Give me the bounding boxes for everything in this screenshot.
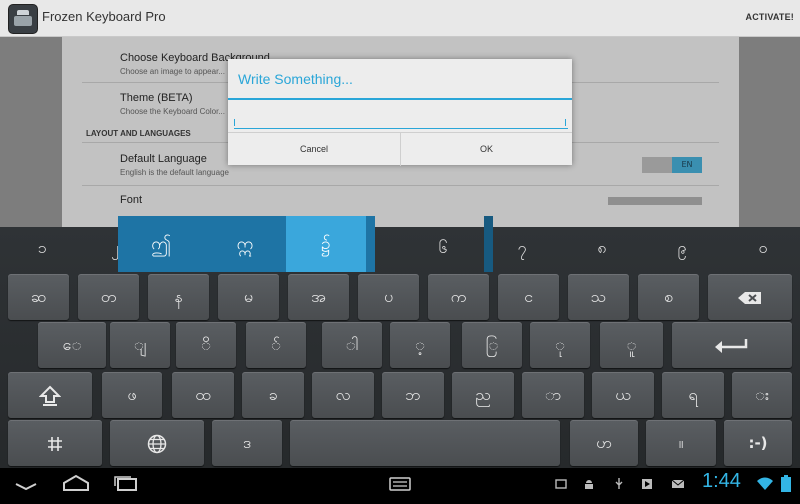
key-letter[interactable]: ရ	[662, 372, 724, 418]
back-button[interactable]	[6, 468, 46, 500]
key-letter[interactable]: စ	[638, 274, 699, 320]
key-letter[interactable]: ါ	[322, 322, 382, 368]
font-preview-bar	[608, 197, 702, 205]
key-letter[interactable]: ု	[530, 322, 590, 368]
key-letter[interactable]: င	[498, 274, 559, 320]
smiley-label: :-)	[748, 434, 768, 452]
action-bar: Frozen Keyboard Pro ACTIVATE!	[0, 0, 800, 37]
suggestion-item-selected[interactable]: ၌	[286, 216, 366, 272]
mail-icon	[672, 479, 684, 488]
key-letter[interactable]: ထ	[172, 372, 234, 418]
key-letter[interactable]: ည	[452, 372, 514, 418]
shift-icon	[38, 385, 62, 406]
key-letter[interactable]: ဘ	[382, 372, 444, 418]
language-key[interactable]	[110, 420, 204, 466]
cancel-button[interactable]: Cancel	[228, 133, 401, 166]
key-letter[interactable]: က	[428, 274, 489, 320]
key-number[interactable]: ၀	[733, 227, 793, 269]
key-letter[interactable]: ူ	[600, 322, 663, 368]
input-edge	[234, 119, 235, 126]
pref-language-title[interactable]: Default Language	[120, 153, 207, 165]
suggestion-edge	[484, 216, 493, 272]
key-letter[interactable]: န	[148, 274, 209, 320]
key-letter[interactable]: သ	[568, 274, 629, 320]
home-button[interactable]	[56, 468, 96, 500]
key-letter[interactable]: ပ	[358, 274, 419, 320]
key-letter[interactable]: ခ	[242, 372, 304, 418]
system-navigation-bar: 1:44	[0, 468, 800, 500]
back-chevron-icon	[15, 483, 37, 491]
app-title: Frozen Keyboard Pro	[42, 9, 166, 24]
key-number[interactable]: ၉	[652, 227, 712, 269]
divider	[82, 185, 719, 186]
enter-icon	[715, 338, 748, 353]
wifi-icon	[757, 477, 773, 490]
key-number[interactable]: ၁	[12, 227, 72, 269]
key-letter[interactable]: ့	[390, 322, 450, 368]
key-punctuation[interactable]: ။	[646, 420, 716, 466]
screenshot-icon	[555, 479, 567, 489]
status-clock: 1:44	[702, 470, 741, 492]
smiley-key[interactable]: :-)	[724, 420, 792, 466]
key-letter[interactable]: တ	[78, 274, 139, 320]
ok-button[interactable]: OK	[401, 133, 572, 166]
home-icon	[63, 474, 89, 491]
language-toggle-value: EN	[672, 157, 702, 173]
key-letter[interactable]: ဖ	[102, 372, 162, 418]
key-letter[interactable]: ယ	[592, 372, 654, 418]
globe-icon	[147, 434, 167, 453]
enter-key[interactable]	[672, 322, 792, 368]
key-letter[interactable]: ဒ	[212, 420, 282, 466]
key-letter[interactable]: ဟ	[570, 420, 638, 466]
key-letter[interactable]: ေ	[38, 322, 106, 368]
pref-font-title[interactable]: Font	[120, 194, 142, 206]
recents-button[interactable]	[106, 468, 146, 500]
backspace-icon	[738, 291, 761, 304]
category-layout-languages: LAYOUT AND LANGUAGES	[86, 129, 191, 138]
suggestion-item[interactable]: ဤ	[118, 216, 204, 272]
key-letter[interactable]: ဆ	[8, 274, 69, 320]
keyboard-icon	[389, 477, 411, 491]
space-key[interactable]	[290, 420, 560, 466]
key-number[interactable]: ၇	[492, 227, 552, 269]
key-letter[interactable]: ိ	[176, 322, 236, 368]
symbols-key[interactable]	[8, 420, 102, 466]
pref-theme-title[interactable]: Theme (BETA)	[120, 92, 193, 104]
suggestion-item[interactable]: ဣ	[204, 216, 286, 272]
play-store-icon	[642, 479, 652, 489]
key-letter[interactable]: အ	[288, 274, 349, 320]
keyboard-app-icon[interactable]	[8, 4, 38, 34]
key-letter[interactable]: ာ	[522, 372, 584, 418]
shift-key[interactable]	[8, 372, 92, 418]
pref-theme-subtitle: Choose the Keyboard Color...	[120, 107, 225, 116]
key-letter[interactable]: း	[732, 372, 792, 418]
activate-button[interactable]: ACTIVATE!	[746, 12, 794, 22]
key-letter[interactable]: ြ	[462, 322, 522, 368]
pref-language-subtitle: English is the default language	[120, 168, 229, 177]
backspace-key[interactable]	[708, 274, 792, 320]
key-letter[interactable]: ်	[246, 322, 306, 368]
dialog-button-row: Cancel OK	[228, 132, 572, 166]
key-letter[interactable]: လ	[312, 372, 374, 418]
symbols-icon	[48, 436, 62, 451]
dialog-title-divider	[228, 98, 572, 100]
key-number[interactable]: ၈	[572, 227, 632, 269]
write-dialog: Write Something... Cancel OK	[228, 59, 572, 166]
suggestion-strip: ဤ ဣ ၌	[118, 216, 493, 272]
key-letter[interactable]: ျ	[110, 322, 170, 368]
dialog-title: Write Something...	[238, 71, 353, 87]
android-debug-icon	[585, 480, 593, 489]
ime-switch-button[interactable]	[380, 468, 420, 500]
battery-icon	[781, 475, 791, 492]
pref-background-subtitle: Choose an image to appear...	[120, 67, 225, 76]
input-edge	[565, 119, 566, 126]
recents-icon	[114, 476, 137, 491]
language-toggle[interactable]: EN	[642, 157, 702, 173]
key-letter[interactable]: မ	[218, 274, 279, 320]
usb-icon	[615, 478, 623, 489]
dialog-text-input[interactable]	[234, 109, 568, 129]
key-number[interactable]: ၆	[413, 227, 473, 269]
